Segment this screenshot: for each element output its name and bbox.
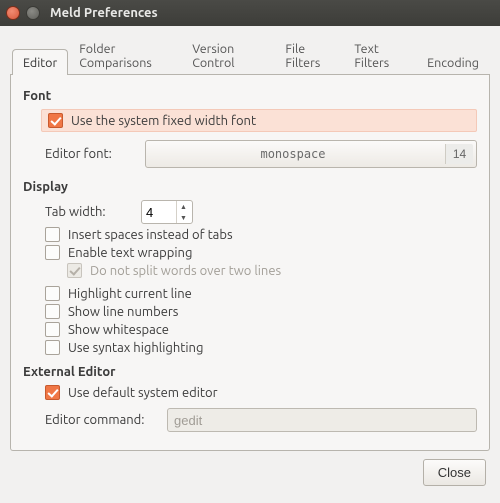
checkbox-insert-spaces[interactable] bbox=[45, 227, 60, 242]
tab-text-filters[interactable]: Text Filters bbox=[343, 35, 416, 75]
tab-folder-comparisons[interactable]: Folder Comparisons bbox=[68, 35, 181, 75]
label-syntax: Use syntax highlighting bbox=[68, 341, 203, 355]
row-use-system-font[interactable]: Use the system fixed width font bbox=[41, 109, 477, 132]
label-editor-font: Editor font: bbox=[45, 147, 135, 161]
label-use-system-font: Use the system fixed width font bbox=[71, 114, 256, 128]
checkbox-default-editor[interactable] bbox=[45, 385, 60, 400]
dialog-footer: Close bbox=[10, 451, 490, 486]
checkbox-highlight[interactable] bbox=[45, 286, 60, 301]
tab-version-control[interactable]: Version Control bbox=[181, 35, 274, 75]
tab-width-stepper[interactable]: ▲ ▼ bbox=[141, 200, 193, 224]
window-title: Meld Preferences bbox=[50, 6, 158, 20]
row-editor-font: Editor font: monospace 14 bbox=[45, 140, 477, 168]
tabs-bar: Editor Folder Comparisons Version Contro… bbox=[10, 34, 490, 75]
font-chooser-button[interactable]: monospace 14 bbox=[145, 140, 477, 168]
close-button[interactable]: Close bbox=[423, 459, 486, 486]
window-close-icon[interactable] bbox=[6, 6, 20, 20]
label-linenums: Show line numbers bbox=[68, 305, 178, 319]
section-title-external: External Editor bbox=[23, 365, 477, 379]
checkbox-nosplit bbox=[67, 263, 82, 278]
tab-width-input[interactable] bbox=[142, 201, 176, 223]
label-wrap: Enable text wrapping bbox=[68, 246, 192, 260]
row-whitespace[interactable]: Show whitespace bbox=[45, 322, 477, 337]
row-editor-command: Editor command: bbox=[45, 408, 477, 432]
window-body: Editor Folder Comparisons Version Contro… bbox=[0, 26, 500, 494]
editor-command-input bbox=[167, 408, 477, 432]
row-highlight[interactable]: Highlight current line bbox=[45, 286, 477, 301]
section-title-font: Font bbox=[23, 89, 477, 103]
checkbox-use-system-font[interactable] bbox=[48, 113, 63, 128]
label-nosplit: Do not split words over two lines bbox=[90, 264, 281, 278]
checkbox-wrap[interactable] bbox=[45, 245, 60, 260]
label-insert-spaces: Insert spaces instead of tabs bbox=[68, 228, 233, 242]
label-tab-width: Tab width: bbox=[45, 205, 141, 219]
window-minimize-icon[interactable] bbox=[26, 6, 40, 20]
row-linenums[interactable]: Show line numbers bbox=[45, 304, 477, 319]
checkbox-syntax[interactable] bbox=[45, 340, 60, 355]
row-insert-spaces[interactable]: Insert spaces instead of tabs bbox=[45, 227, 477, 242]
row-nosplit: Do not split words over two lines bbox=[67, 263, 477, 278]
section-title-display: Display bbox=[23, 180, 477, 194]
row-tab-width: Tab width: ▲ ▼ bbox=[45, 200, 477, 224]
tab-width-down[interactable]: ▼ bbox=[177, 212, 190, 223]
label-editor-command: Editor command: bbox=[45, 413, 157, 427]
title-bar: Meld Preferences bbox=[0, 0, 500, 26]
tab-panel-editor: Font Use the system fixed width font Edi… bbox=[10, 75, 490, 451]
label-highlight: Highlight current line bbox=[68, 287, 192, 301]
checkbox-linenums[interactable] bbox=[45, 304, 60, 319]
tab-editor[interactable]: Editor bbox=[12, 49, 68, 75]
label-default-editor: Use default system editor bbox=[68, 386, 218, 400]
label-whitespace: Show whitespace bbox=[68, 323, 169, 337]
tab-width-up[interactable]: ▲ bbox=[177, 201, 190, 212]
row-syntax[interactable]: Use syntax highlighting bbox=[45, 340, 477, 355]
row-wrap[interactable]: Enable text wrapping bbox=[45, 245, 477, 260]
tab-encoding[interactable]: Encoding bbox=[416, 49, 490, 75]
row-default-editor[interactable]: Use default system editor bbox=[45, 385, 477, 400]
checkbox-whitespace[interactable] bbox=[45, 322, 60, 337]
tab-file-filters[interactable]: File Filters bbox=[274, 35, 343, 75]
font-size: 14 bbox=[445, 144, 473, 164]
font-name: monospace bbox=[260, 147, 325, 161]
